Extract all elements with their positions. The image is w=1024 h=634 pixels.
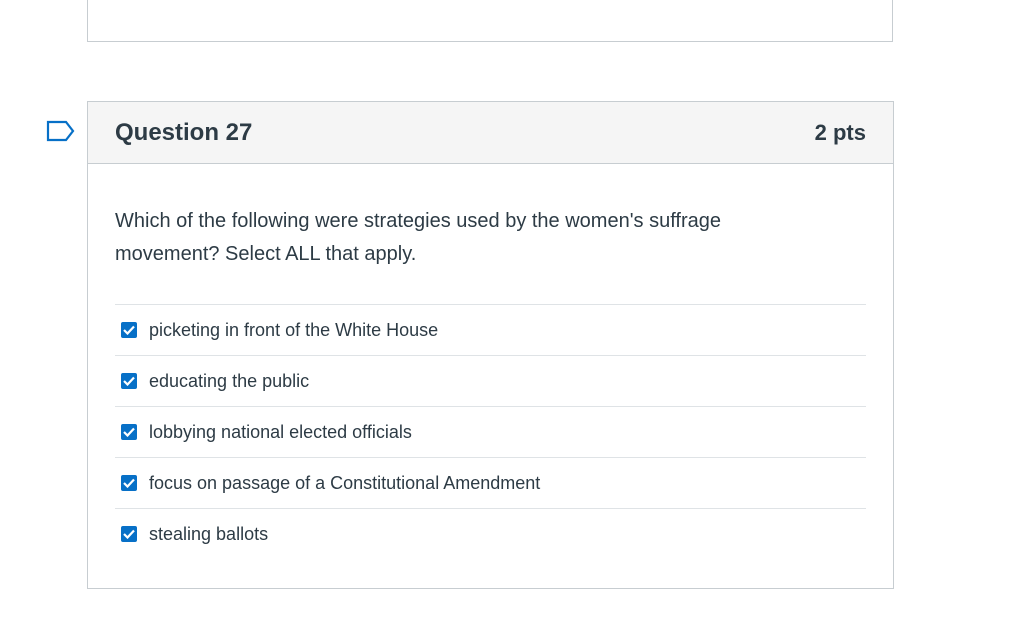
- question-card: Question 27 2 pts Which of the following…: [87, 101, 894, 589]
- answer-label: focus on passage of a Constitutional Ame…: [149, 472, 541, 493]
- answer-option[interactable]: picketing in front of the White House: [115, 304, 866, 355]
- answer-label: lobbying national elected officials: [149, 421, 412, 442]
- checkbox-checked-icon[interactable]: [121, 526, 137, 542]
- question-points: 2 pts: [814, 119, 866, 145]
- question-title: Question 27: [115, 118, 253, 146]
- checkbox-checked-icon[interactable]: [121, 322, 137, 338]
- answer-option[interactable]: stealing ballots: [115, 508, 866, 559]
- checkbox-checked-icon[interactable]: [121, 424, 137, 440]
- answer-option[interactable]: lobbying national elected officials: [115, 406, 866, 457]
- question-header: Question 27 2 pts: [88, 102, 893, 164]
- answer-option[interactable]: focus on passage of a Constitutional Ame…: [115, 457, 866, 508]
- checkbox-checked-icon[interactable]: [121, 373, 137, 389]
- answer-label: educating the public: [149, 370, 310, 391]
- checkbox-checked-icon[interactable]: [121, 475, 137, 491]
- question-text: Which of the following were strategies u…: [115, 210, 721, 265]
- answer-label: picketing in front of the White House: [149, 319, 439, 340]
- answer-label: stealing ballots: [149, 523, 269, 544]
- flag-question-icon[interactable]: [46, 120, 76, 142]
- question-body: Which of the following were strategies u…: [88, 164, 893, 559]
- previous-question-card: [87, 0, 893, 42]
- answer-list: picketing in front of the White House ed…: [115, 304, 866, 559]
- answer-option[interactable]: educating the public: [115, 355, 866, 406]
